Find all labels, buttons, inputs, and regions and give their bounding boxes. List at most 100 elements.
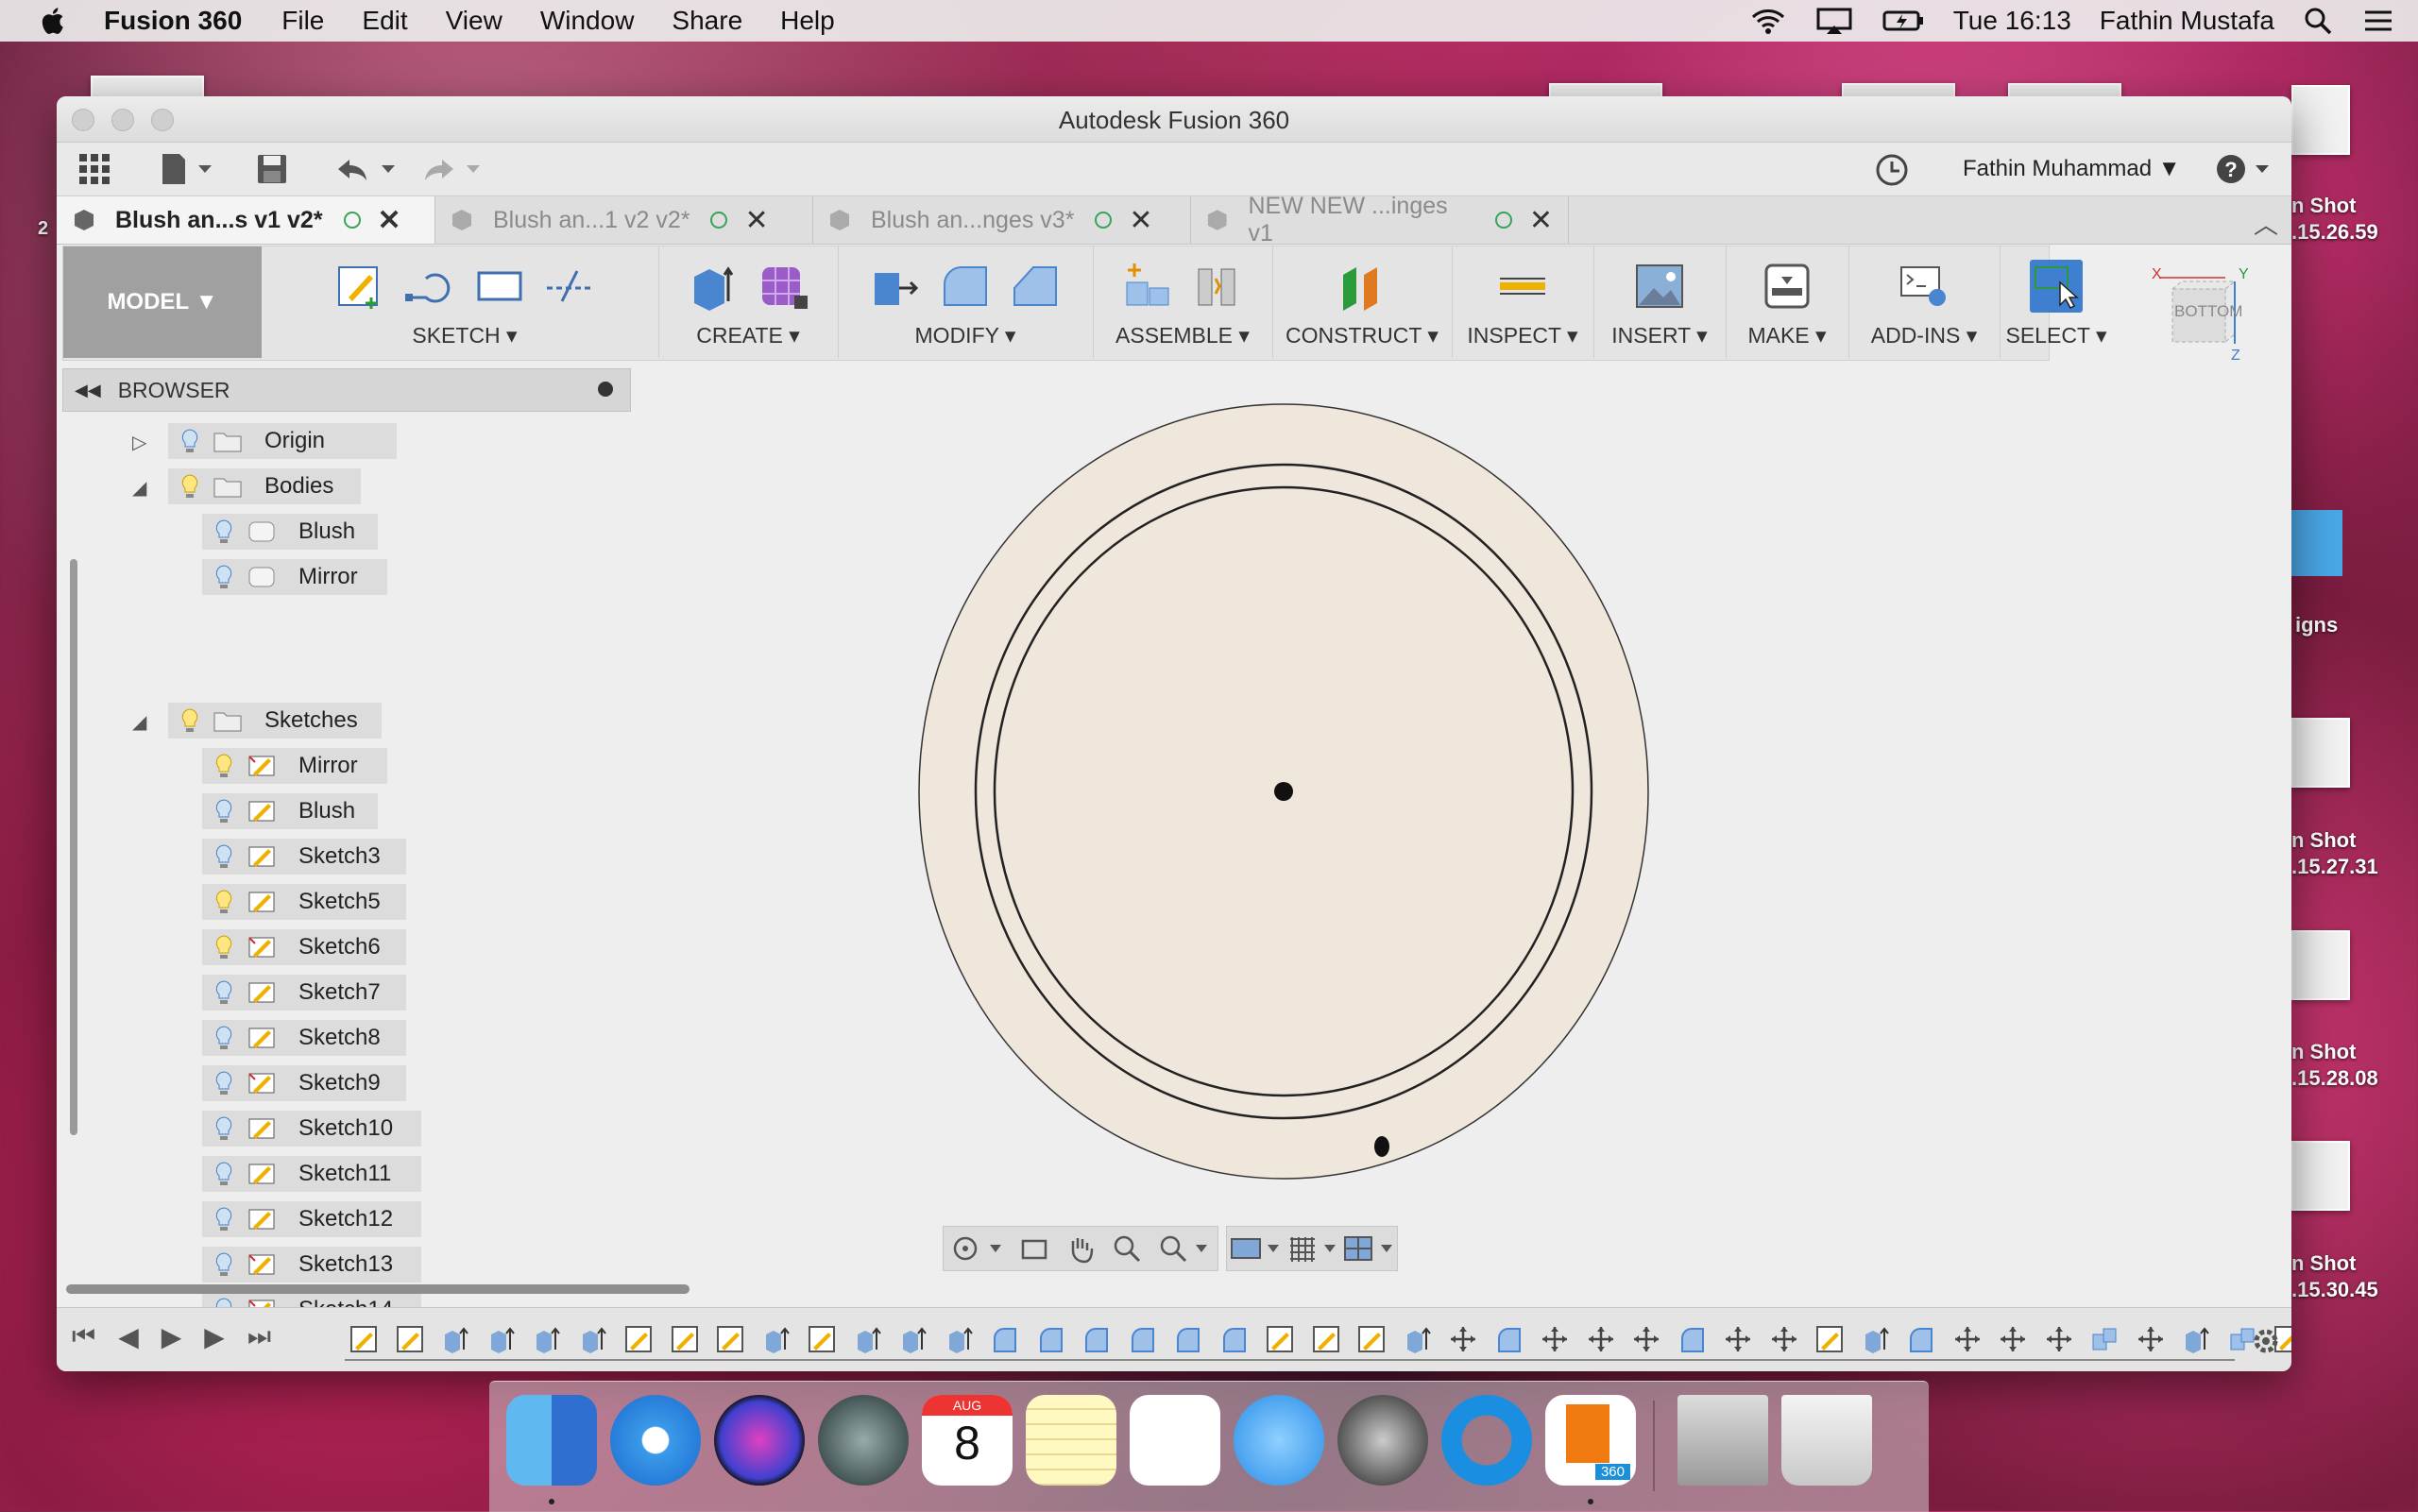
timeline-last-icon[interactable]: ⏭ [247, 1321, 271, 1352]
airplay-icon[interactable] [1815, 7, 1853, 35]
timeline-sketch-icon[interactable] [1357, 1325, 1386, 1353]
timeline-fillet-icon[interactable] [1129, 1325, 1157, 1353]
horizontal-scrollbar[interactable] [66, 1284, 690, 1294]
timeline-extrude-icon[interactable] [854, 1325, 882, 1353]
battery-icon[interactable] [1882, 7, 1925, 35]
timeline-extrude-icon[interactable] [762, 1325, 791, 1353]
timeline-move-icon[interactable] [2045, 1325, 2073, 1353]
desktop-thumbnail[interactable] [2291, 85, 2350, 155]
timeline-play-icon[interactable]: ▶ [162, 1321, 182, 1352]
timeline-extrude-icon[interactable] [487, 1325, 516, 1353]
notes-icon[interactable] [1026, 1395, 1116, 1486]
timeline-first-icon[interactable]: ⏮ [72, 1321, 95, 1352]
notification-center-icon[interactable] [2361, 7, 2395, 35]
timeline-sketch-icon[interactable] [1312, 1325, 1340, 1353]
desktop-thumbnail[interactable] [2291, 930, 2350, 1000]
timeline-move-icon[interactable] [1449, 1325, 1477, 1353]
menu-view[interactable]: View [446, 6, 502, 36]
launchpad-icon[interactable] [818, 1395, 909, 1486]
siri-icon[interactable] [714, 1395, 805, 1486]
system-preferences-icon[interactable] [1337, 1395, 1428, 1486]
timeline-sketch-icon[interactable] [716, 1325, 744, 1353]
display-settings-icon[interactable] [1230, 1233, 1281, 1264]
timeline-sketch-icon[interactable] [396, 1325, 424, 1353]
timeline-move-icon[interactable] [1632, 1325, 1660, 1353]
timeline-extrude-icon[interactable] [945, 1325, 974, 1353]
timeline-fillet-icon[interactable] [991, 1325, 1019, 1353]
zoom-window-icon[interactable] [1158, 1233, 1209, 1264]
navigation-bar [943, 1226, 1218, 1271]
timeline-track [345, 1359, 2235, 1361]
fusion-version-badge: 360 [1594, 1464, 1630, 1480]
timeline-move-icon[interactable] [1587, 1325, 1615, 1353]
desktop-file-label[interactable]: n Shot .15.30.45 [2291, 1250, 2378, 1303]
calendar-icon[interactable]: AUG 8 [922, 1395, 1013, 1486]
desktop-file-label[interactable]: n Shot .15.28.08 [2291, 1039, 2378, 1092]
timeline-move-icon[interactable] [1953, 1325, 1982, 1353]
menu-edit[interactable]: Edit [362, 6, 407, 36]
desktop-file-label[interactable]: n Shot .15.26.59 [2291, 193, 2378, 246]
timeline-move-icon[interactable] [1724, 1325, 1752, 1353]
desktop-folder-icon[interactable] [2291, 510, 2342, 576]
menu-share[interactable]: Share [672, 6, 742, 36]
timeline-component-icon[interactable] [2090, 1325, 2119, 1353]
messages-icon[interactable] [1234, 1395, 1324, 1486]
timeline-previous-icon[interactable]: ◀ [118, 1321, 139, 1352]
timeline-fillet-icon[interactable] [1037, 1325, 1065, 1353]
timeline-sketch-icon[interactable] [671, 1325, 699, 1353]
desktop-thumbnail[interactable] [2291, 718, 2350, 788]
timeline-fillet-icon[interactable] [1174, 1325, 1202, 1353]
timeline-sketch-icon[interactable] [349, 1325, 378, 1353]
desktop-thumbnail[interactable] [2291, 1141, 2350, 1211]
timeline-fillet-icon[interactable] [1907, 1325, 1935, 1353]
model-canvas[interactable] [57, 96, 2291, 1286]
timeline-next-icon[interactable]: ▶ [204, 1321, 225, 1352]
grid-settings-icon[interactable] [1286, 1233, 1337, 1264]
c-app-icon[interactable] [1441, 1395, 1532, 1486]
safari-icon[interactable] [610, 1395, 701, 1486]
timeline-sketch-icon[interactable] [808, 1325, 836, 1353]
timeline-move-icon[interactable] [1541, 1325, 1569, 1353]
timeline-extrude-icon[interactable] [2182, 1325, 2210, 1353]
pan-hand-icon[interactable] [1065, 1233, 1096, 1264]
menu-file[interactable]: File [281, 6, 324, 36]
timeline-settings-gear-icon[interactable] [2250, 1325, 2282, 1357]
timeline-extrude-icon[interactable] [533, 1325, 561, 1353]
timeline-sketch-icon[interactable] [624, 1325, 653, 1353]
zoom-icon[interactable] [1112, 1233, 1142, 1264]
timeline-extrude-icon[interactable] [441, 1325, 469, 1353]
timeline-move-icon[interactable] [1999, 1325, 2027, 1353]
desktop-file-label[interactable]: igns [2295, 612, 2338, 638]
timeline-fillet-icon[interactable] [1220, 1325, 1249, 1353]
viewports-icon[interactable] [1343, 1233, 1394, 1264]
desktop-file-label[interactable]: n Shot .15.27.31 [2291, 827, 2378, 880]
timeline-extrude-icon[interactable] [1862, 1325, 1890, 1353]
menu-window[interactable]: Window [540, 6, 635, 36]
timeline-sketch-icon[interactable] [1815, 1325, 1844, 1353]
center-point[interactable] [1274, 782, 1293, 801]
timeline-extrude-icon[interactable] [899, 1325, 928, 1353]
orbit-icon[interactable] [952, 1233, 1003, 1264]
fusion360-dock-icon[interactable]: 360 [1545, 1395, 1636, 1486]
user-menu[interactable]: Fathin Mustafa [2100, 6, 2274, 36]
clock[interactable]: Tue 16:13 [1953, 6, 2071, 36]
timeline-extrude-icon[interactable] [579, 1325, 607, 1353]
downloads-stack-icon[interactable] [1677, 1395, 1768, 1486]
wifi-icon[interactable] [1749, 7, 1787, 35]
sketch-point[interactable] [1374, 1136, 1389, 1157]
reminders-icon[interactable] [1130, 1395, 1220, 1486]
timeline-extrude-icon[interactable] [1404, 1325, 1432, 1353]
look-at-icon[interactable] [1019, 1233, 1049, 1264]
spotlight-search-icon[interactable] [2303, 6, 2333, 36]
trash-icon[interactable] [1781, 1395, 1872, 1486]
app-menu[interactable]: Fusion 360 [104, 6, 242, 36]
timeline-move-icon[interactable] [1770, 1325, 1798, 1353]
finder-icon[interactable] [506, 1395, 597, 1486]
timeline-fillet-icon[interactable] [1495, 1325, 1524, 1353]
menu-help[interactable]: Help [780, 6, 835, 36]
timeline-fillet-icon[interactable] [1082, 1325, 1111, 1353]
timeline-move-icon[interactable] [2137, 1325, 2165, 1353]
timeline-sketch-icon[interactable] [1266, 1325, 1294, 1353]
timeline-fillet-icon[interactable] [1678, 1325, 1707, 1353]
apple-icon[interactable] [38, 5, 70, 37]
